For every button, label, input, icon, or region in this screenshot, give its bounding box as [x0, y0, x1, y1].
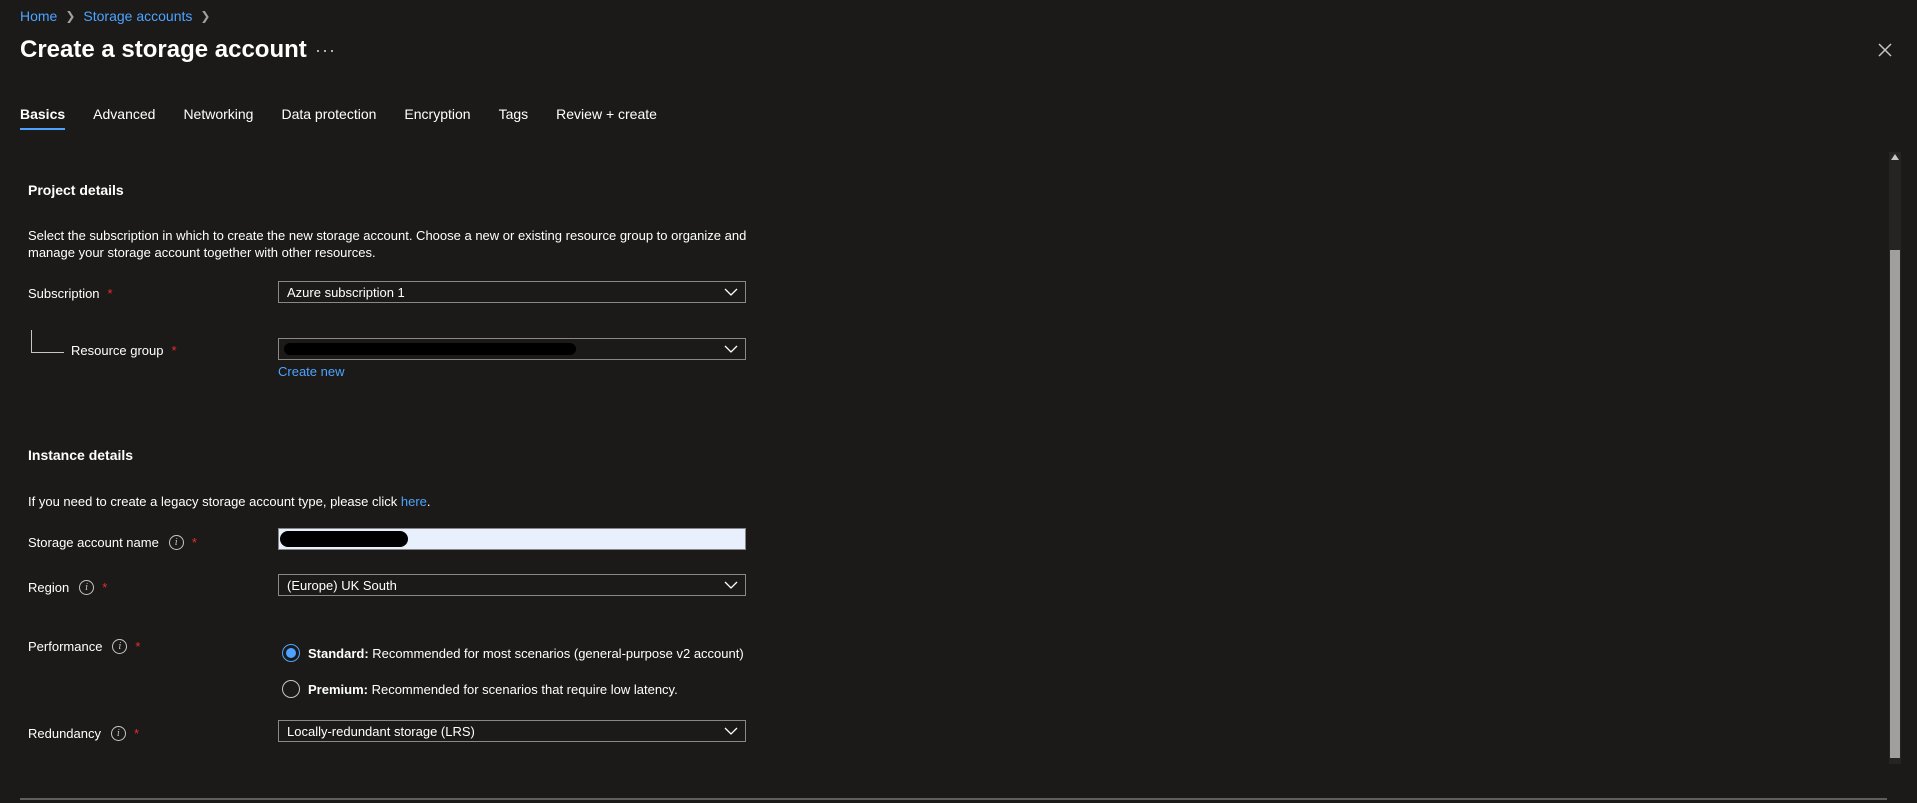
info-icon[interactable]: i: [111, 726, 126, 741]
page-title: Create a storage account: [20, 36, 307, 63]
subscription-label: Subscription *: [28, 286, 113, 301]
required-mark: *: [135, 639, 141, 654]
project-details-description: Select the subscription in which to crea…: [28, 228, 747, 260]
tab-basics[interactable]: Basics: [20, 104, 66, 130]
tab-data-protection[interactable]: Data protection: [281, 104, 376, 130]
close-icon[interactable]: [1873, 38, 1897, 62]
performance-premium-option[interactable]: Premium: Recommended for scenarios that …: [282, 680, 678, 698]
chevron-down-icon: [717, 574, 745, 596]
required-mark: *: [171, 343, 177, 358]
instance-details-heading: Instance details: [28, 447, 134, 463]
performance-label: Performance i *: [28, 639, 141, 654]
required-mark: *: [191, 535, 197, 550]
resource-group-label: Resource group *: [71, 343, 177, 358]
chevron-right-icon: ❯: [200, 9, 211, 23]
performance-standard-option[interactable]: Standard: Recommended for most scenarios…: [282, 644, 744, 662]
info-icon[interactable]: i: [112, 639, 128, 654]
project-details-heading: Project details: [28, 182, 124, 198]
tab-review-create[interactable]: Review + create: [556, 104, 657, 130]
redaction-mark: [284, 343, 576, 355]
region-label: Region i *: [28, 580, 108, 595]
breadcrumb: Home ❯ Storage accounts ❯: [20, 8, 210, 24]
chevron-right-icon: ❯: [65, 9, 76, 23]
required-mark: *: [107, 286, 113, 301]
required-mark: *: [102, 580, 108, 595]
info-icon[interactable]: i: [168, 535, 184, 550]
radio-premium[interactable]: [282, 680, 300, 698]
breadcrumb-storage-accounts[interactable]: Storage accounts: [83, 8, 192, 24]
tab-tags[interactable]: Tags: [499, 104, 529, 130]
storage-account-name-label: Storage account name i *: [28, 535, 197, 550]
tree-connector: [31, 330, 64, 353]
chevron-down-icon: [717, 338, 745, 360]
required-mark: *: [134, 726, 140, 741]
scroll-up-arrow-icon[interactable]: [1891, 154, 1899, 160]
region-dropdown[interactable]: (Europe) UK South: [278, 574, 746, 596]
info-icon[interactable]: i: [79, 580, 95, 595]
footer-divider: [20, 798, 1887, 800]
legacy-here-link[interactable]: here: [401, 494, 427, 509]
breadcrumb-home[interactable]: Home: [20, 8, 57, 24]
subscription-dropdown[interactable]: Azure subscription 1: [278, 281, 746, 303]
more-options-icon[interactable]: ···: [315, 40, 336, 61]
legacy-account-text: If you need to create a legacy storage a…: [28, 494, 431, 509]
radio-standard[interactable]: [282, 644, 300, 662]
tab-advanced[interactable]: Advanced: [93, 104, 155, 130]
redaction-mark: [280, 531, 408, 547]
create-storage-account-page: Home ❯ Storage accounts ❯ Create a stora…: [0, 0, 1917, 803]
tab-encryption[interactable]: Encryption: [404, 104, 470, 130]
redundancy-dropdown[interactable]: Locally-redundant storage (LRS): [278, 720, 746, 742]
create-new-link[interactable]: Create new: [278, 364, 344, 379]
tab-networking[interactable]: Networking: [183, 104, 253, 130]
scrollbar-thumb[interactable]: [1890, 250, 1900, 758]
chevron-down-icon: [717, 720, 745, 742]
redundancy-label: Redundancy i *: [28, 726, 140, 741]
vertical-scrollbar[interactable]: [1889, 152, 1901, 764]
tab-bar: Basics Advanced Networking Data protecti…: [20, 104, 685, 130]
chevron-down-icon: [717, 281, 745, 303]
